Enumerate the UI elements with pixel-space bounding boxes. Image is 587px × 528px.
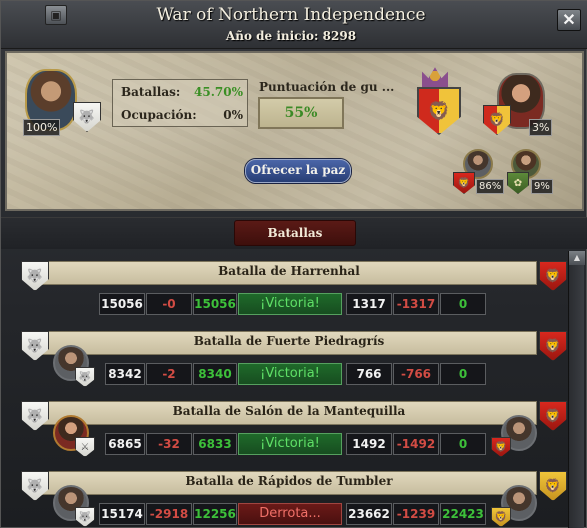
close-button[interactable]: ✕ [557,9,581,31]
attacker-troops-lost: -2 [146,363,192,385]
attacker-commander-shield[interactable]: 🐺 [75,367,95,387]
start-year: Año de inicio: 8298 [225,29,357,43]
attacker-commander-shield[interactable]: ⚔ [75,437,95,457]
defender-troops-start: 1317 [346,293,392,315]
battle-row[interactable]: 🐺 🦁 🐺 Batalla de Fuerte Piedragrís 8342 … [1,325,567,395]
title-bar: ▣ War of Northern Independence Año de in… [1,1,587,49]
battle-result: ¡Victoria! [238,433,342,455]
defender-troops-remaining: 0 [440,433,486,455]
battles-label: Batallas: [121,85,181,99]
attacker-troops-lost: -32 [146,433,192,455]
battle-row[interactable]: 🐺 🦁 🐺 🦁 Batalla de Rápidos de Tumbler 15… [1,465,567,528]
battles-value: 45.70% [194,85,243,99]
defender-troops-start: 1492 [346,433,392,455]
defender-troops-lost: -1492 [393,433,439,455]
defender-troops-lost: -766 [393,363,439,385]
battle-row[interactable]: 🐺 🦁 Batalla de Harrenhal 15056 -0 15056 … [1,255,567,325]
attacker-troops-lost: -2918 [146,503,192,525]
defender-troops-lost: -1317 [393,293,439,315]
ally-1-share: 86% [476,179,505,194]
window-title: War of Northern Independence [156,5,426,25]
defender-battle-shield[interactable]: 🦁 [539,401,567,431]
battles-scrollbar[interactable]: ▲ [568,251,585,528]
attacker-troops-remaining: 12256 [193,503,237,525]
defender-troops-remaining: 0 [440,293,486,315]
battle-name: Batalla de Salón de la Mantequilla [172,404,406,418]
defender-warscore-share: 3% [529,119,553,136]
attacker-troops-remaining: 15056 [193,293,237,315]
attacker-troops-start: 6865 [105,433,145,455]
attacker-troops-remaining: 8340 [193,363,237,385]
attacker-warscore-share: 100% [23,119,61,136]
attacker-troops-start: 8342 [105,363,145,385]
battles-list[interactable]: 🐺 🦁 Batalla de Harrenhal 15056 -0 15056 … [1,251,567,528]
offer-peace-button[interactable]: Ofrecer la paz [245,159,351,183]
battle-result: ¡Victoria! [238,293,342,315]
battle-name: Batalla de Rápidos de Tumbler [185,474,393,488]
war-window: ▣ War of Northern Independence Año de in… [0,0,587,528]
attacker-troops-remaining: 6833 [193,433,237,455]
defender-troops-start: 766 [346,363,392,385]
defender-battle-shield[interactable]: 🦁 [539,261,567,291]
attacker-troops-start: 15056 [99,293,145,315]
battle-name: Batalla de Fuerte Piedragrís [193,334,385,348]
defender-troops-remaining: 22423 [440,503,486,525]
scroll-up-icon[interactable]: ▲ [569,251,585,265]
attacker-troops-lost: -0 [146,293,192,315]
attacker-commander-shield[interactable]: 🐺 [75,507,95,527]
battle-name: Batalla de Harrenhal [218,264,360,278]
defender-commander-shield[interactable]: 🦁 [491,507,511,527]
war-score-value: 55% [258,97,344,129]
defender-troops-remaining: 0 [440,363,486,385]
battle-result: ¡Victoria! [238,363,342,385]
war-score-label: Puntuación de gu ... [259,80,395,94]
defender-troops-lost: -1239 [393,503,439,525]
occupation-value: 0% [223,108,243,122]
defender-troops-start: 23662 [346,503,392,525]
battle-result: Derrota... [238,503,342,525]
battles-section-header: Batallas [1,217,587,249]
ally-2-share: 9% [531,179,553,194]
defender-battle-shield[interactable]: 🦁 [539,471,567,501]
defender-commander-shield[interactable]: 🦁 [491,437,511,457]
battle-row[interactable]: 🐺 🦁 ⚔ 🦁 Batalla de Salón de la Mantequil… [1,395,567,465]
defender-battle-shield[interactable]: 🦁 [539,331,567,361]
battles-tab[interactable]: Batallas [234,220,356,246]
attacker-troops-start: 15174 [99,503,145,525]
